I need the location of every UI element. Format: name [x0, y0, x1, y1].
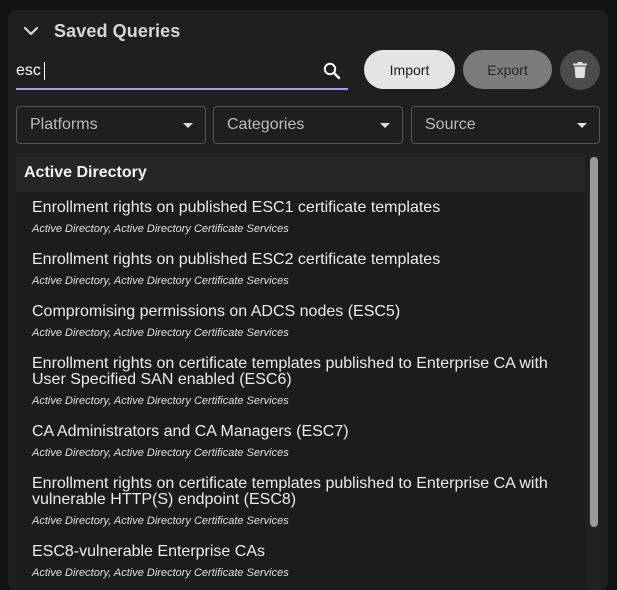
- categories-select-label: Categories: [227, 116, 305, 133]
- query-tags: Active Directory, Active Directory Certi…: [32, 327, 289, 339]
- import-button[interactable]: Import: [364, 50, 455, 89]
- query-tags: Active Directory, Active Directory Certi…: [32, 275, 289, 287]
- list-item[interactable]: Enrollment rights on published ESC1 cert…: [16, 192, 585, 244]
- query-tags: Active Directory, Active Directory Certi…: [32, 515, 289, 527]
- trash-icon: [573, 62, 587, 78]
- search-icon[interactable]: [322, 61, 342, 81]
- chevron-down-icon[interactable]: [22, 22, 40, 40]
- categories-select[interactable]: Categories: [213, 106, 403, 144]
- query-name: Enrollment rights on published ESC2 cert…: [32, 251, 441, 268]
- query-name: ESC8-vulnerable Enterprise CAs: [32, 543, 265, 560]
- saved-queries-header[interactable]: Saved Queries: [22, 20, 180, 42]
- query-name: Enrollment rights on certificate templat…: [32, 475, 548, 508]
- query-tags: Active Directory, Active Directory Certi…: [32, 447, 289, 459]
- query-name: CA Administrators and CA Managers (ESC7): [32, 423, 349, 440]
- list-item[interactable]: ESC8-vulnerable Enterprise CAs Active Di…: [16, 536, 585, 588]
- scrollbar-thumb[interactable]: [590, 157, 598, 527]
- import-button-label: Import: [389, 61, 430, 78]
- caret-down-icon: [380, 123, 390, 128]
- query-name: Compromising permissions on ADCS nodes (…: [32, 303, 401, 320]
- export-button[interactable]: Export: [463, 50, 552, 89]
- search-input[interactable]: [16, 56, 306, 86]
- export-button-label: Export: [487, 61, 528, 78]
- delete-button[interactable]: [560, 50, 600, 90]
- list-scrollbar[interactable]: [588, 153, 600, 590]
- list-item[interactable]: Compromising permissions on ADCS nodes (…: [16, 296, 585, 348]
- saved-queries-panel: Saved Queries Import Export Platforms Ca…: [8, 10, 608, 590]
- search-field: [16, 56, 348, 90]
- list-item[interactable]: Enrollment rights on published ESC2 cert…: [16, 244, 585, 296]
- text-cursor: [44, 62, 45, 80]
- panel-title: Saved Queries: [54, 20, 181, 41]
- list-item[interactable]: Enrollment rights on certificate templat…: [16, 468, 585, 536]
- caret-down-icon: [577, 123, 587, 128]
- group-header: Active Directory: [16, 153, 585, 192]
- platforms-select-label: Platforms: [30, 116, 98, 133]
- caret-down-icon: [183, 123, 193, 128]
- platforms-select[interactable]: Platforms: [16, 106, 206, 144]
- list-item[interactable]: CA Administrators and CA Managers (ESC7)…: [16, 416, 585, 468]
- list-item[interactable]: Enrollment rights on certificate templat…: [16, 348, 585, 416]
- source-select-label: Source: [425, 116, 476, 133]
- source-select[interactable]: Source: [411, 106, 600, 144]
- query-list: Active Directory Enrollment rights on pu…: [16, 153, 585, 590]
- query-tags: Active Directory, Active Directory Certi…: [32, 223, 289, 235]
- query-tags: Active Directory, Active Directory Certi…: [32, 395, 289, 407]
- query-name: Enrollment rights on published ESC1 cert…: [32, 199, 441, 216]
- query-tags: Active Directory, Active Directory Certi…: [32, 567, 289, 579]
- query-name: Enrollment rights on certificate templat…: [32, 355, 548, 388]
